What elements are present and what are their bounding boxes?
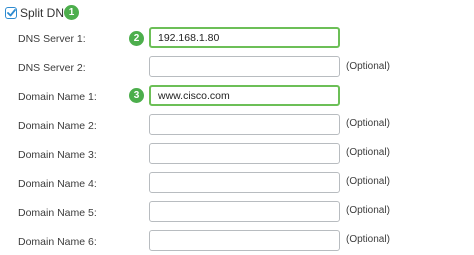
split-dns-header: Split DNS: [0, 4, 72, 22]
domain-name-6-label: Domain Name 6:: [18, 236, 97, 248]
domain-name-6-input[interactable]: [149, 230, 340, 251]
domain-name-5-optional: (Optional): [346, 205, 390, 216]
checkmark-icon: [6, 9, 16, 17]
step-badge-3: 3: [129, 88, 144, 103]
domain-name-2-input[interactable]: [149, 114, 340, 135]
domain-name-4-optional: (Optional): [346, 176, 390, 187]
dns-server-1-label: DNS Server 1:: [18, 33, 86, 45]
domain-name-3-label: Domain Name 3:: [18, 149, 97, 161]
domain-name-5-input[interactable]: [149, 201, 340, 222]
step-badge-2: 2: [129, 31, 144, 46]
domain-name-5-label: Domain Name 5:: [18, 207, 97, 219]
domain-name-4-input[interactable]: [149, 172, 340, 193]
domain-name-6-optional: (Optional): [346, 234, 390, 245]
domain-name-3-optional: (Optional): [346, 147, 390, 158]
domain-name-3-input[interactable]: [149, 143, 340, 164]
step-badge-1: 1: [64, 5, 79, 20]
dns-server-2-input[interactable]: [149, 56, 340, 77]
domain-name-2-optional: (Optional): [346, 118, 390, 129]
domain-name-1-label: Domain Name 1:: [18, 91, 97, 103]
split-dns-checkbox[interactable]: [5, 7, 17, 19]
domain-name-2-label: Domain Name 2:: [18, 120, 97, 132]
dns-server-2-label: DNS Server 2:: [18, 62, 86, 74]
domain-name-4-label: Domain Name 4:: [18, 178, 97, 190]
dns-server-1-input[interactable]: [149, 27, 340, 48]
domain-name-1-input[interactable]: [149, 85, 340, 106]
dns-server-2-optional: (Optional): [346, 61, 390, 72]
